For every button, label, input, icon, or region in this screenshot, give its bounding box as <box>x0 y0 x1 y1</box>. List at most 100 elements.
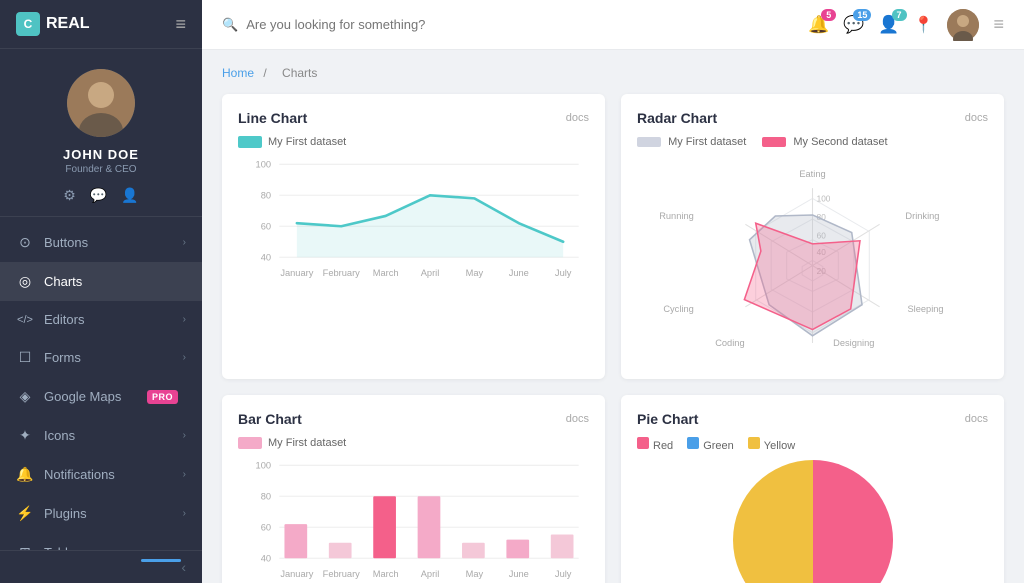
radar-chart-legend: My First dataset My Second dataset <box>637 136 988 148</box>
location-icon: 📍 <box>914 15 934 35</box>
sidebar: C REAL ≡ JOHN DOE Founder & CEO ⚙ 💬 👤 ⊙ … <box>0 0 202 583</box>
sidebar-item-notifications[interactable]: 🔔 Notifications › <box>0 455 202 494</box>
line-chart-title: Line Chart <box>238 110 307 126</box>
notification-bell-button[interactable]: 🔔5 <box>808 15 829 35</box>
sidebar-label-editors: Editors <box>44 312 183 327</box>
bar-mar <box>373 497 396 559</box>
breadcrumb-separator: / <box>263 66 266 80</box>
svg-text:60: 60 <box>261 523 271 533</box>
settings-icon[interactable]: ⚙ <box>63 187 76 204</box>
chevron-right-icon: › <box>183 430 186 441</box>
svg-text:July: July <box>555 569 572 579</box>
bar-jul <box>551 535 574 559</box>
chevron-right-icon: › <box>183 314 186 325</box>
radar-chart-card: Radar Chart docs My First dataset My Sec… <box>621 94 1004 379</box>
content-area: Home / Charts Line Chart docs My First d… <box>202 50 1024 583</box>
pie-chart-legend: Red Green Yellow <box>637 437 988 452</box>
bar-chart-header: Bar Chart docs <box>238 411 589 427</box>
line-chart-legend: My First dataset <box>238 136 589 148</box>
sidebar-item-buttons[interactable]: ⊙ Buttons › <box>0 223 202 262</box>
radar-legend-first: My First dataset <box>637 136 746 148</box>
bar-chart-card: Bar Chart docs My First dataset 100 80 6… <box>222 395 605 583</box>
sidebar-item-charts[interactable]: ◎ Charts <box>0 262 202 301</box>
message-icon[interactable]: 💬 <box>90 187 107 204</box>
breadcrumb: Home / Charts <box>222 66 1004 80</box>
bar-jan <box>284 525 307 559</box>
svg-text:June: June <box>509 569 529 579</box>
chevron-right-icon: › <box>183 547 186 550</box>
line-chart-docs[interactable]: docs <box>566 112 589 124</box>
bar-chart-svg: 100 80 60 40 January February March Apri… <box>238 455 589 583</box>
profile-name: JOHN DOE <box>63 147 139 162</box>
breadcrumb-home[interactable]: Home <box>222 66 254 80</box>
line-chart-svg: 100 80 60 40 January February March Apri… <box>238 154 589 288</box>
radar-chart-svg: Eating Drinking Sleeping Designing Codin… <box>637 152 988 358</box>
hamburger-icon[interactable]: ≡ <box>175 14 186 35</box>
svg-text:April: April <box>421 569 440 579</box>
bar-chart-title: Bar Chart <box>238 411 302 427</box>
avatar-image <box>67 69 135 137</box>
chat-badge: 15 <box>853 9 871 21</box>
icons-icon: ✦ <box>16 427 34 444</box>
chevron-right-icon: › <box>183 352 186 363</box>
sidebar-item-tables[interactable]: ⊞ Tables › <box>0 533 202 550</box>
charts-grid: Line Chart docs My First dataset 100 80 <box>222 94 1004 583</box>
topbar-right: 🔔5 💬15 👤7 📍 ≡ <box>808 9 1004 41</box>
topbar-menu-icon[interactable]: ≡ <box>993 14 1004 35</box>
pie-chart-svg <box>733 460 893 583</box>
sidebar-item-plugins[interactable]: ⚡ Plugins › <box>0 494 202 533</box>
pie-chart-header: Pie Chart docs <box>637 411 988 427</box>
sidebar-item-icons[interactable]: ✦ Icons › <box>0 416 202 455</box>
bar-apr <box>418 497 441 559</box>
sidebar-label-notifications: Notifications <box>44 467 183 482</box>
sidebar-label-icons: Icons <box>44 428 183 443</box>
sidebar-collapse: ‹ <box>0 550 202 583</box>
svg-text:Cycling: Cycling <box>663 304 693 314</box>
bell-badge: 5 <box>821 9 836 21</box>
logo-text: REAL <box>46 15 90 33</box>
chat-button[interactable]: 💬15 <box>843 15 864 35</box>
radar-legend-box-2 <box>762 137 786 147</box>
profile-icons: ⚙ 💬 👤 <box>63 187 138 204</box>
svg-text:May: May <box>466 569 484 579</box>
tables-icon: ⊞ <box>16 544 34 550</box>
chevron-right-icon: › <box>183 508 186 519</box>
pie-chart-title: Pie Chart <box>637 411 698 427</box>
svg-text:80: 80 <box>261 492 271 502</box>
search-input[interactable] <box>246 17 446 32</box>
topbar-avatar[interactable] <box>947 9 979 41</box>
bar-chart-docs[interactable]: docs <box>566 413 589 425</box>
pie-legend-yellow: Yellow <box>748 437 795 452</box>
svg-text:July: July <box>555 268 572 278</box>
sidebar-item-forms[interactable]: ☐ Forms › <box>0 338 202 377</box>
user-icon[interactable]: 👤 <box>121 187 138 204</box>
avatar <box>67 69 135 137</box>
sidebar-item-editors[interactable]: </> Editors › <box>0 301 202 338</box>
radar-legend-box-1 <box>637 137 661 147</box>
svg-text:40: 40 <box>261 554 271 564</box>
line-legend-label: My First dataset <box>268 136 346 148</box>
svg-text:Designing: Designing <box>833 338 874 348</box>
radar-chart-docs[interactable]: docs <box>965 112 988 124</box>
svg-text:Running: Running <box>659 211 694 221</box>
radar-chart-header: Radar Chart docs <box>637 110 988 126</box>
svg-text:Drinking: Drinking <box>905 211 939 221</box>
breadcrumb-current: Charts <box>282 66 317 80</box>
main-content: 🔍 🔔5 💬15 👤7 📍 ≡ Home / Charts <box>202 0 1024 583</box>
svg-text:June: June <box>509 268 529 278</box>
sidebar-profile: JOHN DOE Founder & CEO ⚙ 💬 👤 <box>0 49 202 217</box>
sidebar-item-google-maps[interactable]: ◈ Google Maps PRO <box>0 377 202 416</box>
user-button[interactable]: 👤7 <box>878 15 899 35</box>
pie-chart-container <box>637 460 988 583</box>
svg-text:100: 100 <box>256 159 271 169</box>
pie-chart-docs[interactable]: docs <box>965 413 988 425</box>
svg-text:May: May <box>466 268 484 278</box>
svg-text:Sleeping: Sleeping <box>907 304 943 314</box>
profile-title: Founder & CEO <box>65 164 136 175</box>
collapse-button[interactable]: ‹ <box>181 559 186 575</box>
sidebar-logo[interactable]: C REAL <box>16 12 90 36</box>
svg-text:January: January <box>280 569 313 579</box>
svg-text:February: February <box>323 268 360 278</box>
chevron-right-icon: › <box>183 469 186 480</box>
sidebar-nav: ⊙ Buttons › ◎ Charts </> Editors › ☐ For… <box>0 217 202 550</box>
